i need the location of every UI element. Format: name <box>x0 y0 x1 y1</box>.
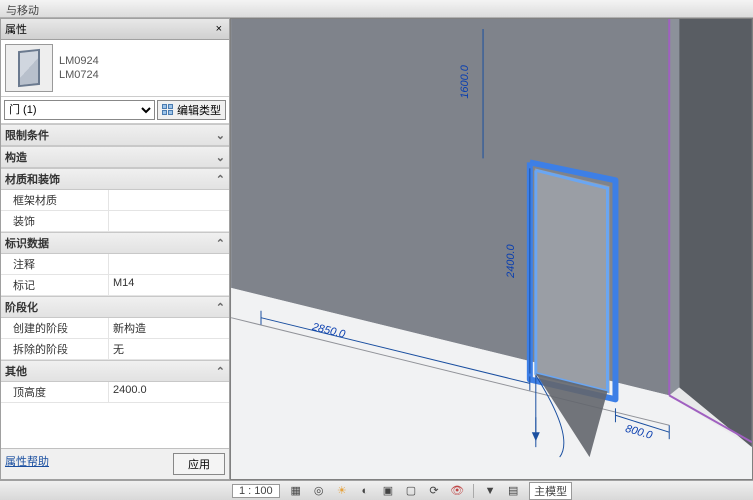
chevron-down-icon: ⌄ <box>216 151 225 164</box>
model-display-combo[interactable]: 主模型 <box>529 482 572 500</box>
status-bar: 1 : 100 ▦ ◎ ☀ ◐ ▣ ▢ ⟳ 👁 ▼ ▤ 主模型 <box>0 480 753 500</box>
chevron-up-icon: ⌃ <box>216 301 225 314</box>
view-filter-icons: ▼ ▤ <box>480 482 523 499</box>
type-name-block: LM0924 LM0724 <box>59 54 99 82</box>
properties-help-link[interactable]: 属性帮助 <box>5 453 49 475</box>
grid-icon[interactable]: ▤ <box>504 482 522 498</box>
lock-3d-icon[interactable]: ⟳ <box>425 482 443 498</box>
edit-type-button[interactable]: 编辑类型 <box>157 100 226 120</box>
type-name-2: LM0724 <box>59 68 99 82</box>
prop-phase-demolished[interactable]: 拆除的阶段无 <box>1 339 229 360</box>
category-constraints[interactable]: 限制条件⌄ <box>1 124 229 146</box>
title-bar: 与移动 <box>0 0 753 18</box>
chevron-up-icon: ⌃ <box>216 173 225 186</box>
crop-region-icon[interactable]: ▢ <box>402 482 420 498</box>
apply-button[interactable]: 应用 <box>173 453 225 475</box>
visual-style-icon[interactable]: ◎ <box>310 482 328 498</box>
dim-head: 1600.0 <box>459 65 471 98</box>
type-preview: LM0924 LM0724 <box>1 40 229 97</box>
filter-icon[interactable]: ▼ <box>481 483 499 499</box>
chevron-up-icon: ⌃ <box>216 237 225 250</box>
prop-finish[interactable]: 装饰 <box>1 211 229 232</box>
family-selector-row: 门 (1) 编辑类型 <box>1 97 229 124</box>
type-name-1: LM0924 <box>59 54 99 68</box>
crop-view-icon[interactable]: ▣ <box>379 482 397 498</box>
category-materials[interactable]: 材质和装饰⌃ <box>1 168 229 190</box>
dim-door-height: 2400.0 <box>505 244 517 278</box>
category-construction[interactable]: 构造⌄ <box>1 146 229 168</box>
close-icon[interactable]: × <box>213 23 225 35</box>
prop-comments[interactable]: 注释 <box>1 254 229 275</box>
view-control-bar: ▦ ◎ ☀ ◐ ▣ ▢ ⟳ 👁 <box>286 482 467 499</box>
3d-scene: 2850.0 800.0 2400.0 1600.0 <box>231 19 752 479</box>
sun-path-icon[interactable]: ☀ <box>333 482 351 498</box>
shadows-icon[interactable]: ◐ <box>356 483 374 499</box>
category-other[interactable]: 其他⌃ <box>1 360 229 382</box>
panel-footer: 属性帮助 应用 <box>1 448 229 479</box>
category-identity[interactable]: 标识数据⌃ <box>1 232 229 254</box>
panel-header[interactable]: 属性 × <box>1 19 229 40</box>
chevron-up-icon: ⌃ <box>216 365 225 378</box>
chevron-down-icon: ⌄ <box>216 129 225 142</box>
3d-view[interactable]: 2850.0 800.0 2400.0 1600.0 <box>230 18 753 480</box>
properties-panel: 属性 × LM0924 LM0724 门 (1) 编辑类型 限制条件⌄ 构造⌄ … <box>0 18 230 480</box>
property-list: 限制条件⌄ 构造⌄ 材质和装饰⌃ 框架材质 装饰 标识数据⌃ 注释 标记M14 … <box>1 124 229 448</box>
type-thumbnail <box>5 44 53 92</box>
title-text: 与移动 <box>6 5 39 17</box>
separator <box>473 484 474 498</box>
edit-type-label: 编辑类型 <box>177 102 221 118</box>
prop-phase-created[interactable]: 创建的阶段新构造 <box>1 318 229 339</box>
category-phasing[interactable]: 阶段化⌃ <box>1 296 229 318</box>
prop-frame-material[interactable]: 框架材质 <box>1 190 229 211</box>
family-selector[interactable]: 门 (1) <box>4 100 155 120</box>
edit-type-icon <box>162 104 174 116</box>
prop-mark[interactable]: 标记M14 <box>1 275 229 296</box>
temp-hide-icon[interactable]: 👁 <box>448 482 466 498</box>
prop-head-height[interactable]: 顶高度2400.0 <box>1 382 229 403</box>
detail-level-icon[interactable]: ▦ <box>287 482 305 498</box>
panel-title: 属性 <box>5 21 27 37</box>
view-scale[interactable]: 1 : 100 <box>232 484 280 498</box>
